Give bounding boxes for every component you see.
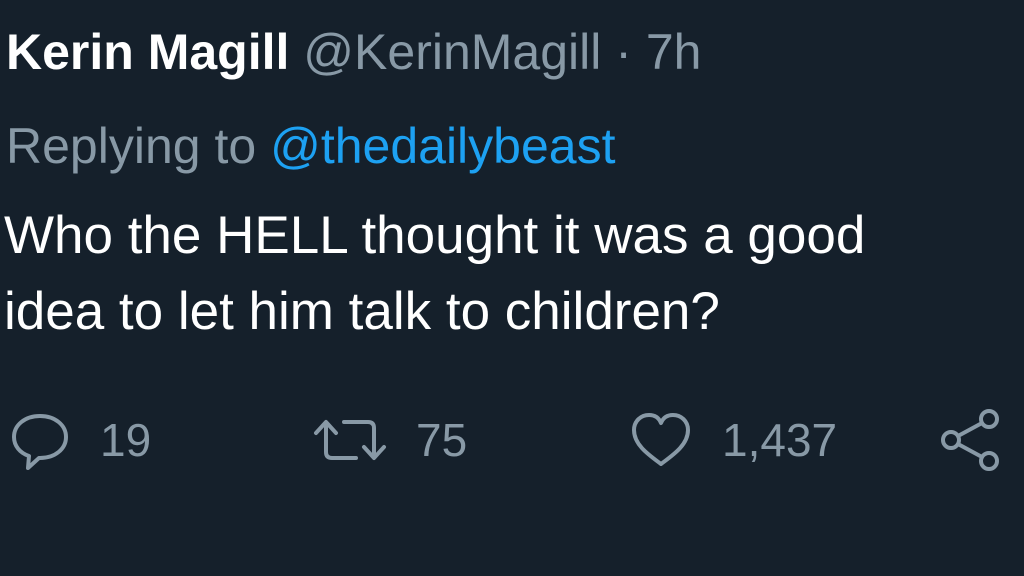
reply-icon [8, 408, 72, 472]
tweet-header: Kerin Magill @KerinMagill · 7h [6, 22, 701, 82]
tweet-text: Who the HELL thought it was a good idea … [4, 198, 1024, 350]
share-button[interactable] [938, 408, 1004, 472]
timestamp[interactable]: 7h [646, 24, 702, 80]
like-count: 1,437 [722, 414, 838, 466]
replying-to-line: Replying to @thedailybeast [6, 116, 615, 176]
tweet-actions: 19 75 1,437 [0, 400, 1024, 480]
heart-icon [628, 408, 694, 472]
reply-button[interactable]: 19 [8, 410, 151, 470]
retweet-button[interactable]: 75 [312, 410, 467, 470]
display-name[interactable]: Kerin Magill [6, 24, 289, 80]
tweet-text-line: idea to let him talk to children? [4, 282, 720, 341]
tweet-card: Kerin Magill @KerinMagill · 7h Replying … [0, 0, 1024, 576]
retweet-count: 75 [416, 414, 468, 466]
reply-count: 19 [100, 414, 152, 466]
tweet-text-line: Who the HELL thought it was a good [4, 206, 866, 265]
like-button[interactable]: 1,437 [628, 410, 837, 470]
replying-to-label: Replying to [6, 118, 257, 174]
replying-to-mention[interactable]: @thedailybeast [270, 118, 615, 174]
share-icon [938, 408, 1004, 472]
user-handle[interactable]: @KerinMagill [303, 24, 601, 80]
retweet-icon [312, 408, 388, 472]
separator-dot: · [615, 24, 632, 80]
